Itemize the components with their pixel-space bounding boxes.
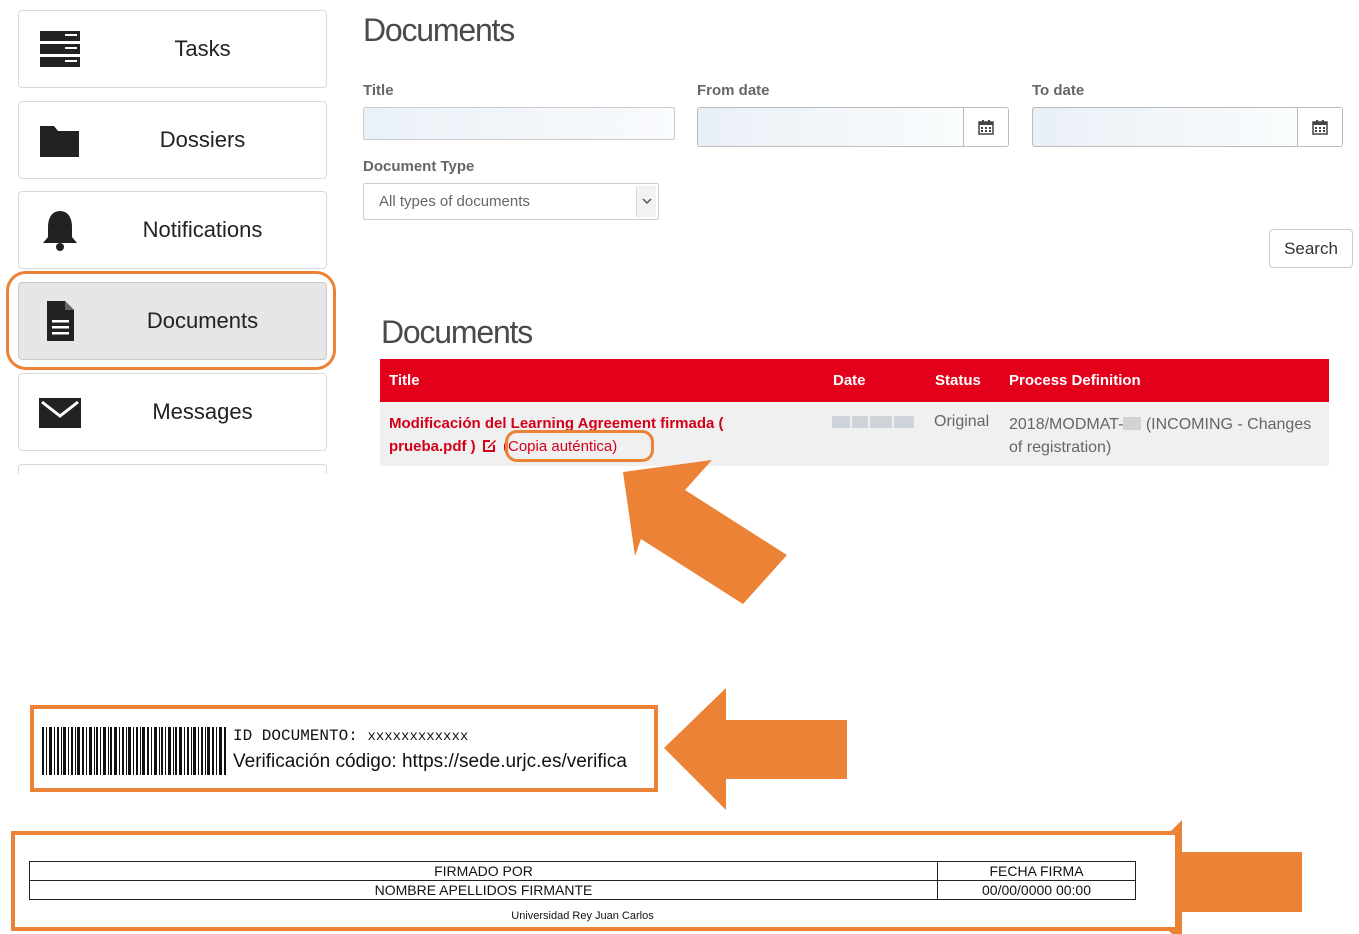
signed-by-header: FIRMADO POR	[29, 861, 938, 881]
institution-name: Universidad Rey Juan Carlos	[511, 910, 654, 922]
signature-date-header: FECHA FIRMA	[937, 861, 1136, 881]
signer-name: NOMBRE APELLIDOS FIRMANTE	[29, 880, 938, 900]
annotation-arrows	[623, 460, 1302, 934]
signature-stamp-box: FIRMADO POR FECHA FIRMA NOMBRE APELLIDOS…	[11, 831, 1179, 931]
verification-code-text: Verificación código: https://sede.urjc.e…	[233, 751, 627, 772]
document-stamp-box: ID DOCUMENTO: xxxxxxxxxxxx Verificación …	[30, 705, 658, 792]
document-id-value: xxxxxxxxxxxx	[367, 729, 469, 745]
barcode-image	[42, 727, 226, 775]
arrow-to-copy-link	[623, 460, 787, 604]
document-id-line: ID DOCUMENTO: xxxxxxxxxxxx	[233, 727, 468, 745]
signature-date: 00/00/0000 00:00	[937, 880, 1136, 900]
arrow-to-document-stamp	[664, 688, 847, 810]
signature-table: FIRMADO POR FECHA FIRMA NOMBRE APELLIDOS…	[29, 861, 1136, 900]
document-id-label: ID DOCUMENTO:	[233, 727, 358, 745]
